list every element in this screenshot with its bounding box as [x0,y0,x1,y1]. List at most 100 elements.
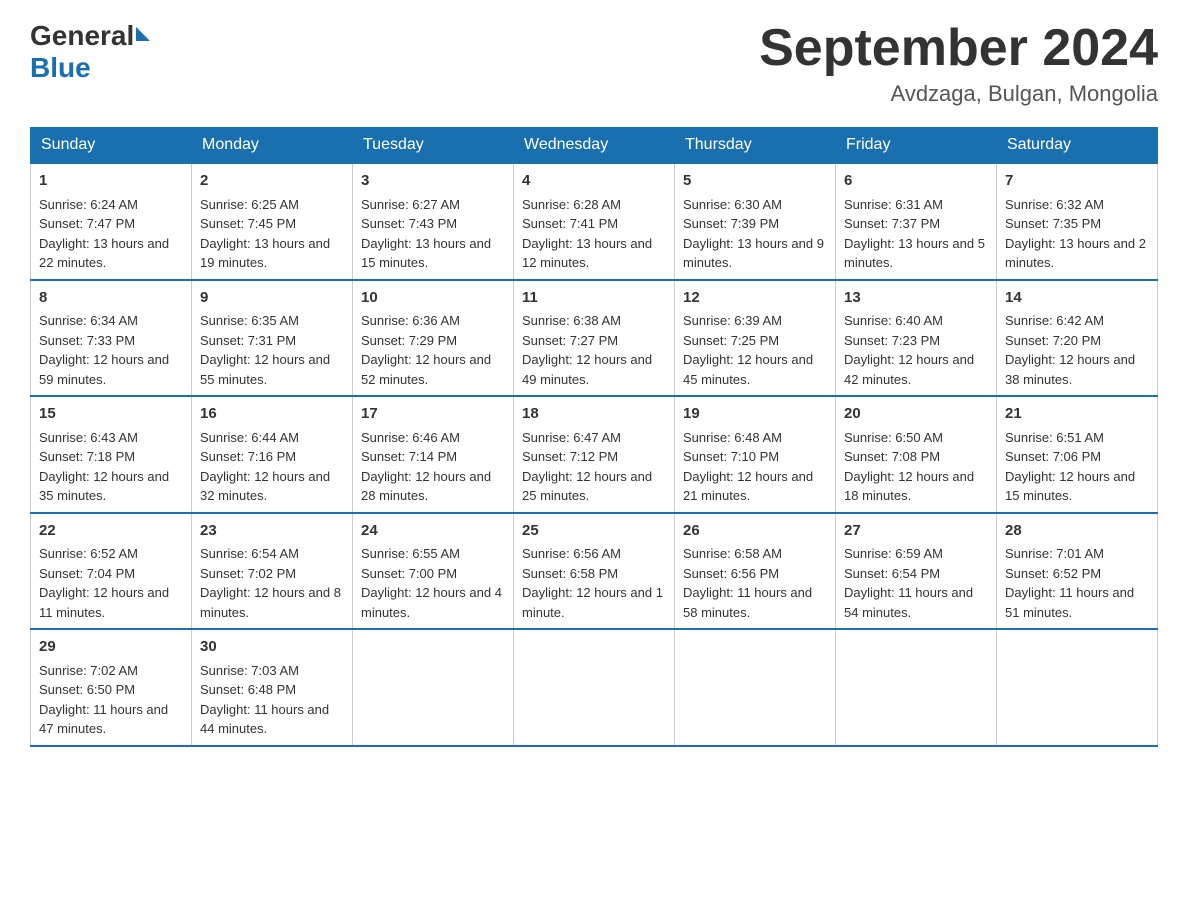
day-number: 20 [844,403,988,426]
calendar-header-tuesday: Tuesday [353,128,514,164]
calendar-week-row: 8Sunrise: 6:34 AMSunset: 7:33 PMDaylight… [31,280,1158,397]
day-info: Sunrise: 6:51 AMSunset: 7:06 PMDaylight:… [1005,428,1149,506]
calendar-table: SundayMondayTuesdayWednesdayThursdayFrid… [30,127,1158,747]
day-number: 7 [1005,170,1149,193]
calendar-cell: 26Sunrise: 6:58 AMSunset: 6:56 PMDayligh… [675,513,836,630]
day-info: Sunrise: 7:02 AMSunset: 6:50 PMDaylight:… [39,661,183,739]
day-number: 26 [683,520,827,543]
day-number: 10 [361,287,505,310]
day-info: Sunrise: 6:58 AMSunset: 6:56 PMDaylight:… [683,544,827,622]
day-number: 24 [361,520,505,543]
day-number: 17 [361,403,505,426]
day-info: Sunrise: 6:35 AMSunset: 7:31 PMDaylight:… [200,311,344,389]
day-number: 22 [39,520,183,543]
day-info: Sunrise: 6:56 AMSunset: 6:58 PMDaylight:… [522,544,666,622]
day-number: 8 [39,287,183,310]
day-number: 30 [200,636,344,659]
calendar-cell: 19Sunrise: 6:48 AMSunset: 7:10 PMDayligh… [675,396,836,513]
day-info: Sunrise: 6:38 AMSunset: 7:27 PMDaylight:… [522,311,666,389]
logo-triangle-icon [136,27,150,41]
calendar-cell [353,629,514,746]
calendar-week-row: 22Sunrise: 6:52 AMSunset: 7:04 PMDayligh… [31,513,1158,630]
day-number: 12 [683,287,827,310]
day-info: Sunrise: 6:36 AMSunset: 7:29 PMDaylight:… [361,311,505,389]
calendar-header-saturday: Saturday [997,128,1158,164]
day-number: 19 [683,403,827,426]
calendar-cell: 15Sunrise: 6:43 AMSunset: 7:18 PMDayligh… [31,396,192,513]
calendar-cell: 23Sunrise: 6:54 AMSunset: 7:02 PMDayligh… [192,513,353,630]
day-info: Sunrise: 6:48 AMSunset: 7:10 PMDaylight:… [683,428,827,506]
calendar-cell: 7Sunrise: 6:32 AMSunset: 7:35 PMDaylight… [997,163,1158,280]
location-text: Avdzaga, Bulgan, Mongolia [759,81,1158,107]
day-info: Sunrise: 7:01 AMSunset: 6:52 PMDaylight:… [1005,544,1149,622]
calendar-cell: 1Sunrise: 6:24 AMSunset: 7:47 PMDaylight… [31,163,192,280]
calendar-header-wednesday: Wednesday [514,128,675,164]
day-info: Sunrise: 6:52 AMSunset: 7:04 PMDaylight:… [39,544,183,622]
calendar-cell: 2Sunrise: 6:25 AMSunset: 7:45 PMDaylight… [192,163,353,280]
day-number: 14 [1005,287,1149,310]
day-info: Sunrise: 7:03 AMSunset: 6:48 PMDaylight:… [200,661,344,739]
calendar-cell: 16Sunrise: 6:44 AMSunset: 7:16 PMDayligh… [192,396,353,513]
day-info: Sunrise: 6:42 AMSunset: 7:20 PMDaylight:… [1005,311,1149,389]
calendar-week-row: 1Sunrise: 6:24 AMSunset: 7:47 PMDaylight… [31,163,1158,280]
day-number: 25 [522,520,666,543]
day-info: Sunrise: 6:32 AMSunset: 7:35 PMDaylight:… [1005,195,1149,273]
day-number: 18 [522,403,666,426]
day-number: 13 [844,287,988,310]
calendar-cell: 3Sunrise: 6:27 AMSunset: 7:43 PMDaylight… [353,163,514,280]
day-info: Sunrise: 6:39 AMSunset: 7:25 PMDaylight:… [683,311,827,389]
calendar-cell: 8Sunrise: 6:34 AMSunset: 7:33 PMDaylight… [31,280,192,397]
calendar-cell: 21Sunrise: 6:51 AMSunset: 7:06 PMDayligh… [997,396,1158,513]
day-number: 21 [1005,403,1149,426]
calendar-cell: 18Sunrise: 6:47 AMSunset: 7:12 PMDayligh… [514,396,675,513]
calendar-cell: 28Sunrise: 7:01 AMSunset: 6:52 PMDayligh… [997,513,1158,630]
calendar-cell: 27Sunrise: 6:59 AMSunset: 6:54 PMDayligh… [836,513,997,630]
calendar-cell: 22Sunrise: 6:52 AMSunset: 7:04 PMDayligh… [31,513,192,630]
calendar-cell: 14Sunrise: 6:42 AMSunset: 7:20 PMDayligh… [997,280,1158,397]
month-title: September 2024 [759,20,1158,77]
day-info: Sunrise: 6:25 AMSunset: 7:45 PMDaylight:… [200,195,344,273]
calendar-cell: 6Sunrise: 6:31 AMSunset: 7:37 PMDaylight… [836,163,997,280]
day-number: 3 [361,170,505,193]
day-number: 29 [39,636,183,659]
calendar-cell [514,629,675,746]
page-header: General Blue September 2024 Avdzaga, Bul… [30,20,1158,107]
logo-general-text: General [30,20,134,52]
day-info: Sunrise: 6:44 AMSunset: 7:16 PMDaylight:… [200,428,344,506]
day-info: Sunrise: 6:47 AMSunset: 7:12 PMDaylight:… [522,428,666,506]
calendar-cell [675,629,836,746]
day-number: 11 [522,287,666,310]
calendar-cell: 12Sunrise: 6:39 AMSunset: 7:25 PMDayligh… [675,280,836,397]
calendar-week-row: 29Sunrise: 7:02 AMSunset: 6:50 PMDayligh… [31,629,1158,746]
calendar-cell: 20Sunrise: 6:50 AMSunset: 7:08 PMDayligh… [836,396,997,513]
calendar-cell: 29Sunrise: 7:02 AMSunset: 6:50 PMDayligh… [31,629,192,746]
day-info: Sunrise: 6:34 AMSunset: 7:33 PMDaylight:… [39,311,183,389]
calendar-header-row: SundayMondayTuesdayWednesdayThursdayFrid… [31,128,1158,164]
logo: General Blue [30,20,150,84]
day-info: Sunrise: 6:46 AMSunset: 7:14 PMDaylight:… [361,428,505,506]
calendar-cell: 11Sunrise: 6:38 AMSunset: 7:27 PMDayligh… [514,280,675,397]
calendar-cell: 17Sunrise: 6:46 AMSunset: 7:14 PMDayligh… [353,396,514,513]
calendar-cell: 25Sunrise: 6:56 AMSunset: 6:58 PMDayligh… [514,513,675,630]
logo-blue-text: Blue [30,52,150,84]
calendar-header-sunday: Sunday [31,128,192,164]
day-info: Sunrise: 6:27 AMSunset: 7:43 PMDaylight:… [361,195,505,273]
title-block: September 2024 Avdzaga, Bulgan, Mongolia [759,20,1158,107]
day-number: 23 [200,520,344,543]
day-info: Sunrise: 6:54 AMSunset: 7:02 PMDaylight:… [200,544,344,622]
day-info: Sunrise: 6:28 AMSunset: 7:41 PMDaylight:… [522,195,666,273]
calendar-header-friday: Friday [836,128,997,164]
day-number: 15 [39,403,183,426]
day-info: Sunrise: 6:31 AMSunset: 7:37 PMDaylight:… [844,195,988,273]
day-info: Sunrise: 6:43 AMSunset: 7:18 PMDaylight:… [39,428,183,506]
day-number: 4 [522,170,666,193]
day-number: 9 [200,287,344,310]
day-number: 28 [1005,520,1149,543]
calendar-cell: 5Sunrise: 6:30 AMSunset: 7:39 PMDaylight… [675,163,836,280]
calendar-cell [836,629,997,746]
day-number: 1 [39,170,183,193]
day-number: 27 [844,520,988,543]
calendar-cell: 4Sunrise: 6:28 AMSunset: 7:41 PMDaylight… [514,163,675,280]
day-number: 6 [844,170,988,193]
day-info: Sunrise: 6:40 AMSunset: 7:23 PMDaylight:… [844,311,988,389]
